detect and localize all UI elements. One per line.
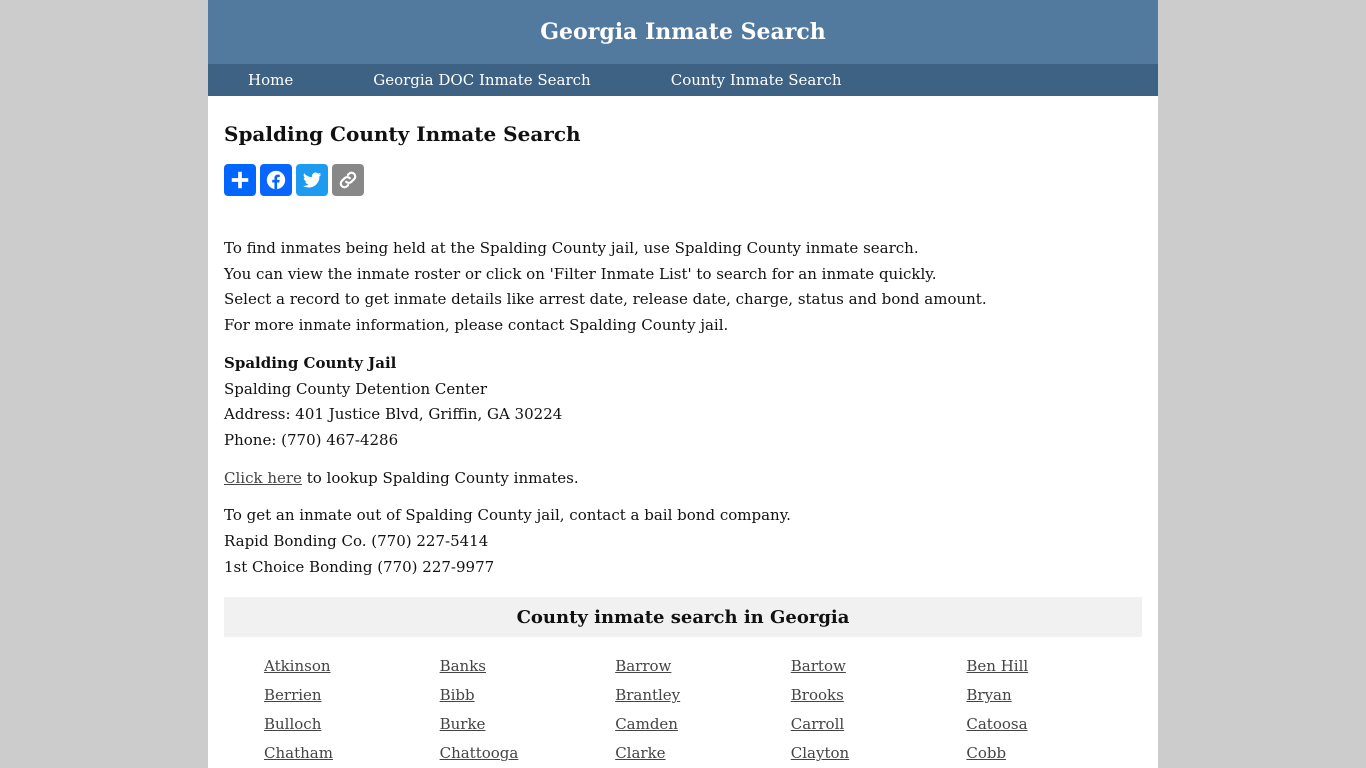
county-link[interactable]: Camden bbox=[615, 713, 791, 735]
county-link[interactable]: Cobb bbox=[966, 742, 1142, 764]
bail-intro: To get an inmate out of Spalding County … bbox=[224, 506, 791, 525]
county-list: Atkinson Banks Barrow Bartow Ben Hill Be… bbox=[224, 655, 1142, 764]
jail-facility: Spalding County Detention Center bbox=[224, 379, 487, 398]
page-title: Spalding County Inmate Search bbox=[224, 122, 581, 146]
county-link[interactable]: Chattooga bbox=[440, 742, 616, 764]
bail-info: To get an inmate out of Spalding County … bbox=[224, 503, 1142, 580]
facebook-share-button[interactable] bbox=[260, 164, 292, 196]
twitter-share-button[interactable] bbox=[296, 164, 328, 196]
county-link[interactable]: Clayton bbox=[791, 742, 967, 764]
county-link[interactable]: Clarke bbox=[615, 742, 791, 764]
county-link[interactable]: Carroll bbox=[791, 713, 967, 735]
county-link[interactable]: Bartow bbox=[791, 655, 967, 677]
intro-text: To find inmates being held at the Spaldi… bbox=[224, 236, 1142, 339]
plus-icon bbox=[231, 171, 249, 189]
county-link[interactable]: Ben Hill bbox=[966, 655, 1142, 677]
nav-home[interactable]: Home bbox=[248, 71, 293, 89]
county-link[interactable]: Brooks bbox=[791, 684, 967, 706]
intro-line: Select a record to get inmate details li… bbox=[224, 290, 987, 309]
facebook-icon bbox=[266, 170, 286, 190]
jail-phone: Phone: (770) 467-4286 bbox=[224, 430, 399, 449]
share-button[interactable] bbox=[224, 164, 256, 196]
share-bar bbox=[224, 164, 1142, 196]
intro-line: You can view the inmate roster or click … bbox=[224, 264, 937, 283]
jail-address: Address: 401 Justice Blvd, Griffin, GA 3… bbox=[224, 405, 563, 424]
county-link[interactable]: Barrow bbox=[615, 655, 791, 677]
nav-georgia-doc-inmate-search[interactable]: Georgia DOC Inmate Search bbox=[373, 71, 591, 89]
page-container: Georgia Inmate Search Home Georgia DOC I… bbox=[208, 0, 1158, 768]
link-icon bbox=[339, 171, 357, 189]
jail-info: Spalding County Jail Spalding County Det… bbox=[224, 351, 1142, 454]
county-link[interactable]: Banks bbox=[440, 655, 616, 677]
lookup-link[interactable]: Click here bbox=[224, 469, 302, 487]
lookup-suffix: to lookup Spalding County inmates. bbox=[301, 468, 579, 487]
bail-bond-company: 1st Choice Bonding (770) 227-9977 bbox=[224, 557, 495, 576]
twitter-icon bbox=[303, 172, 322, 188]
intro-line: To find inmates being held at the Spaldi… bbox=[224, 239, 919, 257]
intro-line: For more inmate information, please cont… bbox=[224, 316, 729, 335]
lookup-line: Click here to lookup Spalding County inm… bbox=[224, 466, 1142, 492]
county-section-title: County inmate search in Georgia bbox=[516, 606, 850, 628]
jail-name: Spalding County Jail bbox=[224, 353, 397, 372]
county-link[interactable]: Burke bbox=[440, 713, 616, 735]
copy-link-button[interactable] bbox=[332, 164, 364, 196]
site-header: Georgia Inmate Search bbox=[208, 0, 1158, 64]
county-link[interactable]: Atkinson bbox=[264, 655, 440, 677]
county-section-header: County inmate search in Georgia bbox=[224, 597, 1142, 638]
site-title[interactable]: Georgia Inmate Search bbox=[540, 19, 825, 45]
county-link[interactable]: Berrien bbox=[264, 684, 440, 706]
county-link[interactable]: Chatham bbox=[264, 742, 440, 764]
main-nav: Home Georgia DOC Inmate Search County In… bbox=[208, 64, 1158, 96]
county-link[interactable]: Bulloch bbox=[264, 713, 440, 735]
main-content: Spalding County Inmate Search To find in… bbox=[208, 122, 1158, 764]
bail-bond-company: Rapid Bonding Co. (770) 227-5414 bbox=[224, 532, 489, 551]
county-link[interactable]: Bibb bbox=[440, 684, 616, 706]
county-link[interactable]: Bryan bbox=[966, 684, 1142, 706]
county-link[interactable]: Brantley bbox=[615, 684, 791, 706]
county-link[interactable]: Catoosa bbox=[966, 713, 1142, 735]
nav-county-inmate-search[interactable]: County Inmate Search bbox=[671, 71, 842, 89]
